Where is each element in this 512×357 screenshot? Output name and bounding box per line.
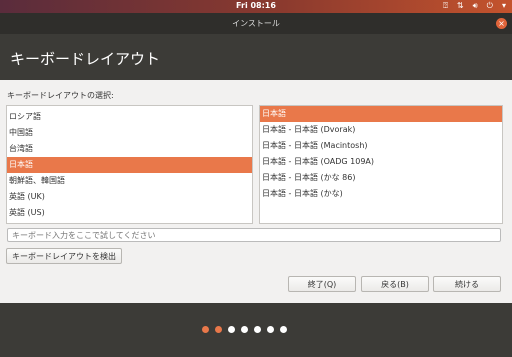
progress-dot bbox=[254, 326, 261, 333]
progress-dot bbox=[267, 326, 274, 333]
layout-item[interactable]: 日本語 - 日本語 (かな 86) bbox=[260, 170, 502, 186]
layout-item[interactable]: 日本語 - 日本語 (Dvorak) bbox=[260, 122, 502, 138]
language-item-selected[interactable]: 日本語 bbox=[7, 157, 252, 173]
keyboard-test-input[interactable] bbox=[7, 228, 501, 242]
progress-dot bbox=[241, 326, 248, 333]
language-item[interactable]: 英語 (US) bbox=[7, 205, 252, 221]
window-titlebar: インストール × bbox=[0, 13, 512, 34]
menu-arrow-icon[interactable]: ▾ bbox=[502, 1, 506, 11]
language-list[interactable]: ロシア語 中国語 台湾語 日本語 朝鮮語、韓国語 英語 (UK) 英語 (US) bbox=[6, 105, 253, 224]
layout-item[interactable]: 日本語 - 日本語 (Macintosh) bbox=[260, 138, 502, 154]
progress-dot bbox=[280, 326, 287, 333]
power-icon[interactable]: ⏻ bbox=[487, 1, 493, 11]
system-tray: ⍰ ⇅ 🔊︎ ⏻ ▾ bbox=[443, 1, 506, 11]
progress-dot bbox=[228, 326, 235, 333]
window-title: インストール bbox=[232, 19, 280, 28]
continue-button[interactable]: 続ける bbox=[433, 276, 501, 292]
back-button[interactable]: 戻る(B) bbox=[361, 276, 429, 292]
language-item[interactable]: 朝鮮語、韓国語 bbox=[7, 173, 252, 189]
progress-dot-done bbox=[202, 326, 209, 333]
footer bbox=[0, 303, 512, 357]
volume-icon[interactable]: 🔊︎ bbox=[473, 1, 478, 11]
language-item[interactable]: 中国語 bbox=[7, 125, 252, 141]
layout-item[interactable]: 日本語 - 日本語 (OADG 109A) bbox=[260, 154, 502, 170]
language-item[interactable]: 英語 (UK) bbox=[7, 189, 252, 205]
detect-layout-button[interactable]: キーボードレイアウトを検出 bbox=[6, 248, 122, 264]
layout-variant-list[interactable]: 日本語 日本語 - 日本語 (Dvorak) 日本語 - 日本語 (Macint… bbox=[259, 105, 503, 224]
network-icon[interactable]: ⇅ bbox=[457, 1, 464, 11]
progress-dots bbox=[202, 326, 287, 333]
page-title: キーボードレイアウト bbox=[10, 50, 161, 68]
layout-item-selected[interactable]: 日本語 bbox=[260, 106, 502, 122]
page-header: キーボードレイアウト bbox=[0, 34, 512, 80]
layout-item[interactable]: 日本語 - 日本語 (かな) bbox=[260, 186, 502, 202]
close-icon[interactable]: × bbox=[496, 18, 507, 29]
progress-dot-current bbox=[215, 326, 222, 333]
quit-button[interactable]: 終了(Q) bbox=[288, 276, 356, 292]
prompt-label: キーボードレイアウトの選択: bbox=[7, 91, 114, 100]
clock[interactable]: Fri 08:16 bbox=[0, 1, 512, 10]
main-panel: キーボードレイアウトの選択: ロシア語 中国語 台湾語 日本語 朝鮮語、韓国語 … bbox=[0, 80, 512, 303]
accessibility-icon[interactable]: ⍰ bbox=[443, 1, 448, 11]
language-item[interactable]: 台湾語 bbox=[7, 141, 252, 157]
language-item[interactable]: ロシア語 bbox=[7, 109, 252, 125]
top-panel: Fri 08:16 ⍰ ⇅ 🔊︎ ⏻ ▾ bbox=[0, 0, 512, 13]
